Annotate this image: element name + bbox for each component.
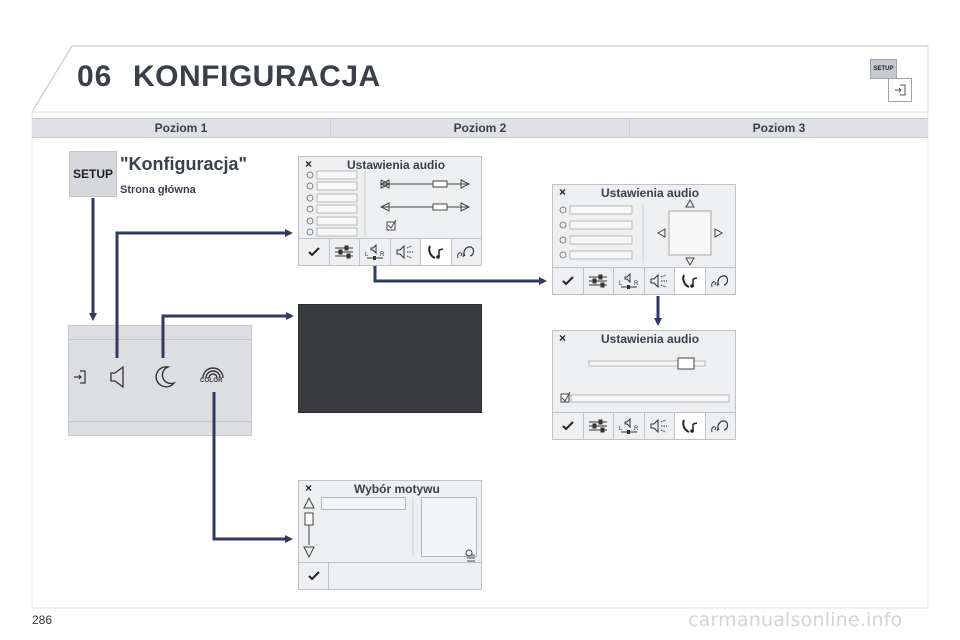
confirm-icon[interactable] [299, 239, 330, 265]
balance-icon[interactable]: LR [614, 268, 645, 294]
theme-selection-screen: × Wybór motywu [298, 480, 482, 590]
toolbar-empty [329, 563, 481, 589]
audio-settings-screen-level3-balance: × Ustawienia audio LR [552, 184, 736, 295]
confirm-icon[interactable] [553, 413, 584, 439]
loudness-icon[interactable] [645, 268, 675, 294]
svg-text:L: L [619, 426, 623, 432]
theme-toolbar [299, 562, 481, 589]
voice-icon[interactable] [706, 268, 736, 294]
voice-icon[interactable] [706, 413, 736, 439]
dark-screen-preview [298, 304, 482, 413]
confirm-icon[interactable] [299, 563, 329, 589]
equalizer-icon[interactable] [584, 413, 614, 439]
voice-icon[interactable] [452, 239, 482, 265]
arrow-moon-to-dark [161, 312, 294, 358]
svg-text:L: L [619, 281, 623, 287]
equalizer-icon[interactable] [330, 239, 360, 265]
watermark: carmanualsonline.info [688, 609, 903, 631]
page-number: 286 [32, 613, 53, 627]
confirm-icon[interactable] [553, 268, 584, 294]
arrow-color-to-theme [212, 392, 293, 543]
sound-ambience-icon[interactable] [675, 268, 706, 294]
loudness-icon[interactable] [645, 413, 675, 439]
svg-text:R: R [634, 281, 639, 287]
svg-text:L: L [365, 252, 369, 258]
arrow-speaker-to-audio [115, 229, 293, 358]
loudness-icon[interactable] [391, 239, 421, 265]
audio-toolbar: LR [553, 412, 735, 439]
audio-toolbar: LR [299, 238, 481, 265]
sound-ambience-icon[interactable] [421, 239, 452, 265]
balance-icon[interactable]: LR [360, 239, 391, 265]
svg-text:R: R [634, 426, 639, 432]
sound-ambience-icon[interactable] [675, 413, 706, 439]
audio-settings-screen-level3-slider: × Ustawienia audio LR [552, 330, 736, 440]
equalizer-icon[interactable] [584, 268, 614, 294]
balance-icon[interactable]: LR [614, 413, 645, 439]
svg-text:R: R [380, 252, 385, 258]
audio-settings-screen-level2: × Ustawienia audio LR [298, 156, 482, 266]
audio-toolbar: LR [553, 267, 735, 294]
